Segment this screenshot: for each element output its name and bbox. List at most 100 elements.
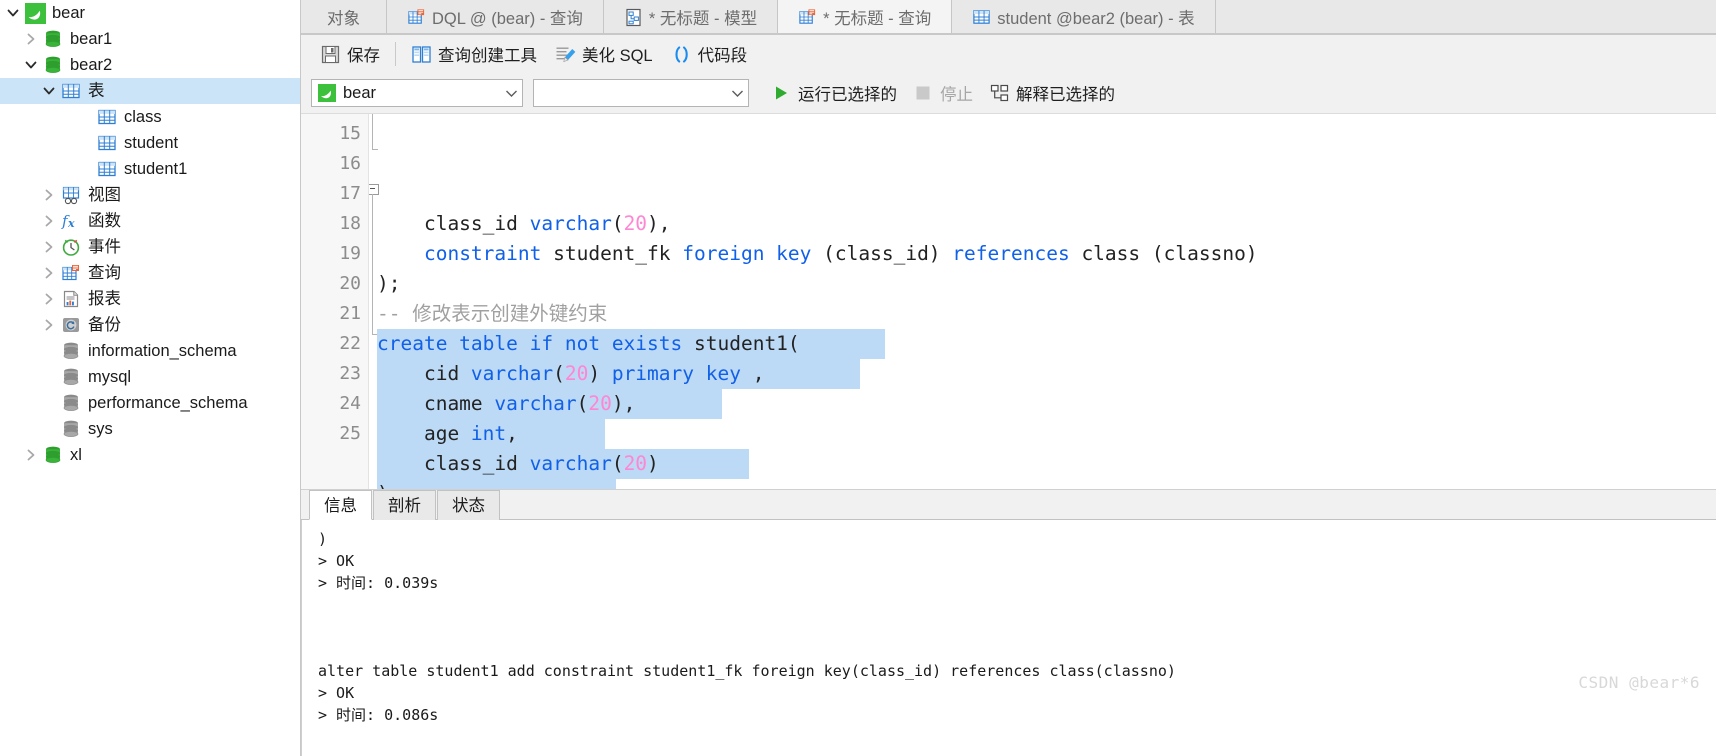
log-spacer	[318, 616, 1716, 638]
code-token: class_id	[377, 212, 530, 235]
query-builder-button[interactable]: 查询创建工具	[402, 39, 546, 69]
result-tab-0[interactable]: 信息	[309, 490, 372, 520]
log-spacer	[318, 594, 1716, 616]
tree-item-bear1[interactable]: bear1	[0, 26, 300, 52]
chevron-right-icon[interactable]	[20, 442, 42, 468]
connection-select[interactable]: bear	[311, 79, 523, 107]
code-line[interactable]: class_id varchar(20),	[369, 209, 1716, 239]
database-gray-icon	[60, 366, 82, 388]
document-tab-1[interactable]: DQL @ (bear) - 查询	[387, 0, 604, 34]
query-icon	[407, 8, 426, 27]
database-select[interactable]	[533, 79, 749, 107]
chevron-down-icon[interactable]	[726, 80, 748, 106]
code-line-text: -- 修改表示创建外键约束	[377, 302, 607, 325]
chevron-right-icon[interactable]	[38, 182, 60, 208]
tree-item-表[interactable]: 表	[0, 78, 300, 104]
code-line[interactable]: age int,	[369, 419, 1716, 449]
code-line[interactable]: );	[369, 479, 1716, 489]
tree-item-label: 视图	[88, 186, 121, 204]
code-line[interactable]: create table if not exists student1(	[369, 329, 1716, 359]
code-token: -- 修改表示创建外键约束	[377, 302, 608, 325]
query-builder-icon	[411, 44, 432, 65]
tree-item-student[interactable]: student	[0, 130, 300, 156]
chevron-right-icon[interactable]	[20, 26, 42, 52]
result-tab-strip[interactable]: 信息 剖析 状态	[301, 489, 1716, 520]
document-tab-label: student @bear2 (bear) - 表	[997, 10, 1195, 28]
result-tab-1[interactable]: 剖析	[373, 490, 436, 520]
stop-button[interactable]: 停止	[905, 78, 981, 108]
document-tab-4[interactable]: student @bear2 (bear) - 表	[952, 0, 1216, 34]
tree-item-事件[interactable]: 事件	[0, 234, 300, 260]
result-tab-2[interactable]: 状态	[437, 490, 500, 520]
tree-item-performance_schema[interactable]: performance_schema	[0, 390, 300, 416]
code-snippet-button[interactable]: 代码段	[662, 39, 757, 69]
tree-item-mysql[interactable]: mysql	[0, 364, 300, 390]
tree-item-bear2[interactable]: bear2	[0, 52, 300, 78]
run-selected-button[interactable]: 运行已选择的	[763, 78, 905, 108]
code-token: (class_id)	[811, 242, 953, 265]
tree-item-label: mysql	[88, 368, 132, 386]
tree-item-label: student	[124, 134, 179, 152]
tree-item-视图[interactable]: 视图	[0, 182, 300, 208]
document-tab-0[interactable]: 对象	[301, 0, 387, 34]
sql-editor[interactable]: 15 16 17 18 19 20 21 22 23 24 25 class_id varchar(…	[301, 113, 1716, 489]
chevron-right-icon[interactable]	[38, 312, 60, 338]
document-tab-3[interactable]: * 无标题 - 查询	[778, 0, 953, 34]
chevron-down-icon[interactable]	[38, 78, 60, 104]
tree-item-报表[interactable]: 报表	[0, 286, 300, 312]
log-row: > 时间: 0.086s	[318, 706, 439, 724]
code-token: age	[377, 422, 471, 445]
query-toolbar[interactable]: 保存 查询创建工具 美化 SQL 代码段	[301, 35, 1716, 73]
code-token: if not exists	[529, 332, 683, 355]
view-icon	[60, 184, 82, 206]
code-token: 20	[588, 392, 612, 415]
document-tab-strip[interactable]: 对象 DQL @ (bear) - 查询 * 无标题 - 模型 * 无标题 - 查询 s…	[301, 0, 1716, 35]
tree-item-student1[interactable]: student1	[0, 156, 300, 182]
explain-selected-button[interactable]: 解释已选择的	[981, 78, 1123, 108]
save-button[interactable]: 保存	[311, 39, 389, 69]
parentheses-icon	[671, 44, 692, 65]
tree-item-备份[interactable]: 备份	[0, 312, 300, 338]
tree-item-xl[interactable]: xl	[0, 442, 300, 468]
chevron-down-icon[interactable]	[20, 52, 42, 78]
tree-item-information_schema[interactable]: information_schema	[0, 338, 300, 364]
chevron-right-icon[interactable]	[38, 260, 60, 286]
code-line[interactable]: -- 修改表示创建外键约束	[369, 299, 1716, 329]
chevron-down-icon[interactable]	[500, 80, 522, 106]
fold-box-line19[interactable]	[369, 184, 379, 195]
tree-item-class[interactable]: class	[0, 104, 300, 130]
code-line[interactable]: constraint student_fk foreign key (class…	[369, 239, 1716, 269]
code-token: varchar	[470, 362, 554, 385]
code-line[interactable]: cname varchar(20),	[369, 389, 1716, 419]
tree-item-查询[interactable]: 查询	[0, 260, 300, 286]
chevron-down-icon[interactable]	[2, 0, 24, 26]
beautify-pencil-icon	[555, 44, 576, 65]
stop-label: 停止	[940, 86, 973, 104]
execution-toolbar[interactable]: bear 运行已选择的 停止 解释已选择的	[301, 73, 1716, 113]
fold-line-15-17	[372, 114, 373, 149]
object-tree-sidebar[interactable]: bear bear1 bear2 表 class student student1 视图 f x 函…	[0, 0, 301, 756]
beautify-sql-button[interactable]: 美化 SQL	[546, 39, 662, 69]
code-token: constraint	[423, 242, 542, 265]
code-token: class (classno)	[1069, 242, 1258, 265]
document-tab-2[interactable]: * 无标题 - 模型	[603, 0, 779, 34]
chevron-right-icon[interactable]	[38, 208, 60, 234]
save-label: 保存	[347, 47, 380, 65]
report-icon	[60, 288, 82, 310]
chevron-right-icon[interactable]	[38, 234, 60, 260]
run-controls[interactable]: 运行已选择的 停止 解释已选择的	[763, 78, 1123, 108]
code-line[interactable]: class_id varchar(20)	[369, 449, 1716, 479]
code-token: class_id	[377, 452, 530, 475]
log-row: > OK	[318, 552, 355, 570]
code-line[interactable]: );	[369, 269, 1716, 299]
sql-code-area[interactable]: class_id varchar(20), constraint student…	[369, 114, 1716, 489]
tree-item-sys[interactable]: sys	[0, 416, 300, 442]
tree-item-函数[interactable]: f x 函数	[0, 208, 300, 234]
tree-item-bear[interactable]: bear	[0, 0, 300, 26]
code-line[interactable]: cid varchar(20) primary key ,	[369, 359, 1716, 389]
chevron-right-icon[interactable]	[38, 286, 60, 312]
backup-icon	[60, 314, 82, 336]
code-line-text: cid varchar(20) primary key ,	[377, 362, 765, 385]
